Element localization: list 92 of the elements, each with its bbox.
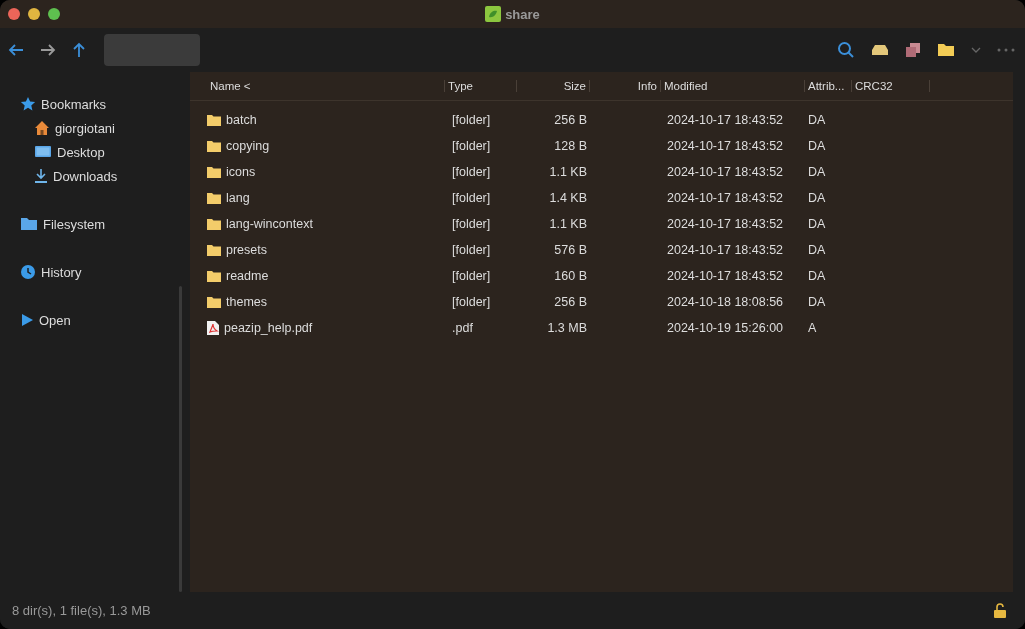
table-cell: 2024-10-17 18:43:52 [667, 191, 784, 205]
file-name[interactable]: presets [226, 243, 267, 257]
sidebar-item[interactable]: History [20, 260, 190, 284]
copy-icon[interactable] [905, 42, 921, 58]
column-header[interactable]: Modified [661, 80, 805, 92]
table-cell: 1.4 KB [549, 191, 587, 205]
table-cell: DA [808, 191, 826, 205]
table-cell: 160 B [554, 269, 587, 283]
file-name[interactable]: lang [226, 191, 250, 205]
app-icon [485, 6, 502, 22]
close-button[interactable] [8, 8, 20, 20]
folder-icon [207, 218, 221, 230]
column-header[interactable]: Attrib... [805, 80, 852, 92]
unlocked-padlock-icon[interactable] [993, 602, 1007, 619]
sidebar-item[interactable]: Downloads [20, 164, 190, 188]
table-cell: 2024-10-17 18:43:52 [667, 217, 784, 231]
table-cell: DA [808, 113, 826, 127]
column-header[interactable]: Info [590, 80, 661, 92]
sidebar-item[interactable]: giorgiotani [20, 116, 190, 140]
file-name[interactable]: themes [226, 295, 267, 309]
folder-icon [207, 114, 221, 126]
table-cell: 2024-10-17 18:43:52 [667, 243, 784, 257]
download-icon [34, 168, 48, 184]
play-triangle-icon [20, 313, 34, 327]
sidebar-item[interactable]: Open [20, 308, 190, 332]
table-cell: 256 B [554, 295, 587, 309]
minimize-button[interactable] [28, 8, 40, 20]
table-cell: DA [808, 269, 826, 283]
table-cell: DA [808, 243, 826, 257]
table-cell: 2024-10-17 18:43:52 [667, 165, 784, 179]
search-icon[interactable] [837, 41, 855, 59]
table-cell: 2024-10-19 15:26:00 [667, 321, 784, 335]
zoom-button[interactable] [48, 8, 60, 20]
table-cell: 2024-10-17 18:43:52 [667, 269, 784, 283]
drive-icon[interactable] [871, 44, 889, 56]
column-header[interactable]: Name < [207, 80, 445, 92]
folder-icon [207, 192, 221, 204]
table-cell: [folder] [452, 165, 491, 179]
table-cell: A [808, 321, 817, 335]
folder-icon [207, 140, 221, 152]
table-cell: [folder] [452, 295, 491, 309]
table-cell: [folder] [452, 191, 491, 205]
sidebar-item[interactable]: Desktop [20, 140, 190, 164]
table-cell: 1.3 MB [547, 321, 587, 335]
column-header[interactable]: CRC32 [852, 80, 930, 92]
status-text: 8 dir(s), 1 file(s), 1.3 MB [12, 603, 151, 618]
table-cell: 2024-10-17 18:43:52 [667, 139, 784, 153]
file-name[interactable]: icons [226, 165, 256, 179]
file-name[interactable]: copying [226, 139, 270, 153]
table-cell: .pdf [452, 321, 473, 335]
file-name[interactable]: readme [226, 269, 269, 283]
folder-icon [207, 166, 221, 178]
more-icon[interactable] [997, 48, 1015, 52]
clock-icon [20, 264, 36, 280]
folder-icon [207, 296, 221, 308]
back-arrow-icon[interactable] [8, 43, 24, 57]
pdf-file-icon [207, 321, 219, 335]
folder-icon[interactable] [937, 43, 955, 57]
folder-icon [207, 244, 221, 256]
table-cell: 2024-10-17 18:43:52 [667, 113, 784, 127]
monitor-icon [34, 145, 52, 159]
up-arrow-icon[interactable] [72, 42, 86, 58]
file-name[interactable]: peazip_help.pdf [224, 321, 313, 335]
folder-icon [207, 270, 221, 282]
folder-icon [20, 217, 38, 231]
file-name[interactable]: lang-wincontext [226, 217, 313, 231]
table-cell: 576 B [554, 243, 587, 257]
table-cell: 1.1 KB [549, 217, 587, 231]
table-cell: DA [808, 139, 826, 153]
table-cell: [folder] [452, 269, 491, 283]
table-cell: 1.1 KB [549, 165, 587, 179]
file-name[interactable]: batch [226, 113, 257, 127]
table-cell: [folder] [452, 243, 491, 257]
table-cell: DA [808, 217, 826, 231]
table-cell: 256 B [554, 113, 587, 127]
column-header[interactable]: Size [517, 80, 590, 92]
house-icon [34, 120, 50, 136]
table-cell: [folder] [452, 139, 491, 153]
sidebar-item[interactable]: Filesystem [20, 212, 190, 236]
table-cell: DA [808, 295, 826, 309]
address-field[interactable] [104, 34, 200, 66]
forward-arrow-icon[interactable] [40, 43, 56, 57]
table-cell: DA [808, 165, 826, 179]
table-cell: 2024-10-18 18:08:56 [667, 295, 784, 309]
column-header[interactable]: Type [445, 80, 517, 92]
chevron-down-icon[interactable] [971, 47, 981, 53]
table-cell: [folder] [452, 113, 491, 127]
sidebar-item[interactable]: Bookmarks [20, 92, 190, 116]
table-cell: 128 B [554, 139, 587, 153]
star-icon [20, 96, 36, 112]
table-cell: [folder] [452, 217, 491, 231]
window-title: share [505, 6, 540, 22]
